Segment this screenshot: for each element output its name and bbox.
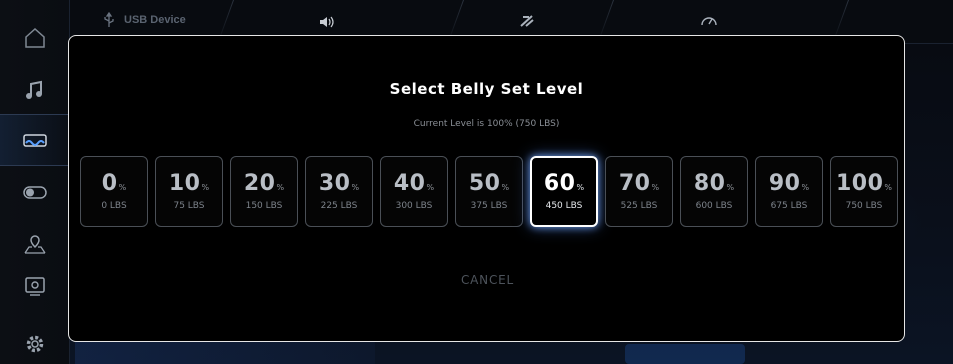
level-percent: 0%	[101, 170, 127, 196]
level-option-100[interactable]: 100% 750 LBS	[830, 156, 898, 227]
ballast-icon	[520, 15, 534, 27]
level-percent-value: 20	[243, 170, 276, 196]
level-percent-unit: %	[501, 182, 510, 192]
level-weight: 675 LBS	[770, 200, 808, 211]
level-option-90[interactable]: 90% 675 LBS	[755, 156, 823, 227]
cancel-button[interactable]: CANCEL	[429, 268, 546, 292]
volume-icon	[320, 16, 334, 28]
level-weight: 450 LBS	[545, 200, 583, 211]
level-percent-unit: %	[884, 182, 893, 192]
level-weight: 75 LBS	[173, 200, 205, 211]
sidebar-item-toggle[interactable]	[0, 166, 70, 218]
sidebar-item-camera[interactable]	[0, 260, 70, 312]
level-percent-unit: %	[576, 182, 585, 192]
sidebar	[0, 0, 70, 364]
level-percent-value: 90	[768, 170, 801, 196]
usb-icon	[104, 12, 114, 27]
background-panel	[75, 340, 375, 364]
settings-icon	[26, 335, 44, 353]
level-percent: 30%	[318, 170, 360, 196]
level-percent: 80%	[693, 170, 735, 196]
level-percent-unit: %	[201, 182, 210, 192]
level-percent: 40%	[393, 170, 435, 196]
level-weight: 375 LBS	[470, 200, 508, 211]
level-weight: 300 LBS	[395, 200, 433, 211]
level-percent-value: 50	[468, 170, 501, 196]
level-option-0[interactable]: 0% 0 LBS	[80, 156, 148, 227]
level-percent: 10%	[168, 170, 210, 196]
sidebar-item-home[interactable]	[0, 12, 70, 64]
level-percent-value: 10	[168, 170, 201, 196]
level-weight: 600 LBS	[695, 200, 733, 211]
level-weight: 150 LBS	[245, 200, 283, 211]
camera-icon	[25, 277, 45, 296]
music-icon	[26, 80, 42, 99]
level-percent: 50%	[468, 170, 510, 196]
sidebar-item-music[interactable]	[0, 64, 70, 116]
level-weight: 225 LBS	[320, 200, 358, 211]
sidebar-item-wave[interactable]	[0, 114, 70, 166]
sidebar-item-settings[interactable]	[0, 318, 70, 364]
level-percent-unit: %	[426, 182, 435, 192]
gauge-button[interactable]	[700, 12, 718, 28]
level-weight: 0 LBS	[101, 200, 127, 211]
volume-button[interactable]	[318, 14, 336, 30]
toggle-icon	[23, 186, 47, 199]
level-weight: 750 LBS	[845, 200, 883, 211]
level-weight: 525 LBS	[620, 200, 658, 211]
level-option-10[interactable]: 10% 75 LBS	[155, 156, 223, 227]
belly-level-dialog: Select Belly Set Level Current Level is …	[68, 35, 905, 342]
level-percent-value: 80	[693, 170, 726, 196]
home-icon	[25, 27, 45, 48]
level-option-50[interactable]: 50% 375 LBS	[455, 156, 523, 227]
level-percent: 100%	[835, 170, 893, 196]
wave-icon	[23, 134, 47, 147]
level-percent-unit: %	[651, 182, 660, 192]
level-percent: 70%	[618, 170, 660, 196]
usb-source-label: USB Device	[124, 14, 186, 26]
level-percent-unit: %	[276, 182, 285, 192]
level-option-70[interactable]: 70% 525 LBS	[605, 156, 673, 227]
level-percent: 90%	[768, 170, 810, 196]
level-percent-value: 100	[835, 170, 884, 196]
usb-source-button[interactable]: USB Device	[100, 12, 186, 28]
level-percent-value: 70	[618, 170, 651, 196]
level-option-30[interactable]: 30% 225 LBS	[305, 156, 373, 227]
level-option-20[interactable]: 20% 150 LBS	[230, 156, 298, 227]
current-level-text: Current Level is 100% (750 LBS)	[413, 119, 560, 129]
level-percent: 60%	[543, 170, 585, 196]
level-percent-unit: %	[351, 182, 360, 192]
map-pin-icon	[24, 235, 46, 254]
level-percent-value: 40	[393, 170, 426, 196]
level-options: 0% 0 LBS 10% 75 LBS 20% 150 LBS 30% 225 LBS 40% 3…	[80, 156, 898, 228]
level-percent: 20%	[243, 170, 285, 196]
level-option-60[interactable]: 60% 450 LBS	[530, 156, 598, 227]
level-percent-unit: %	[801, 182, 810, 192]
level-option-80[interactable]: 80% 600 LBS	[680, 156, 748, 227]
level-percent-value: 60	[543, 170, 576, 196]
level-option-40[interactable]: 40% 300 LBS	[380, 156, 448, 227]
gauge-icon	[701, 17, 717, 26]
level-percent-unit: %	[118, 182, 127, 192]
level-percent-value: 0	[101, 170, 118, 196]
ballast-button[interactable]	[518, 13, 536, 29]
level-percent-value: 30	[318, 170, 351, 196]
background-button	[625, 344, 745, 364]
level-percent-unit: %	[726, 182, 735, 192]
dialog-title: Select Belly Set Level	[389, 80, 584, 98]
